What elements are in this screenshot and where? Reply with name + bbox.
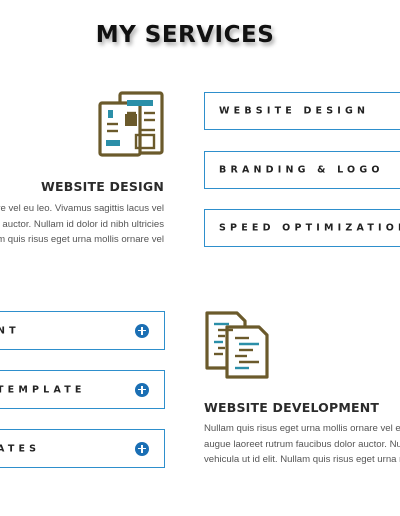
menu-item-speed-optimization[interactable]: SPEED OPTIMIZATION (204, 209, 400, 247)
description-line: auctor. Nullam id dolor id nibh ultricie… (2, 218, 164, 230)
service-description-website-development: Nullam quis risus eget urna mollis ornar… (204, 421, 400, 468)
menu-item-label: BRANDING & LOGO (219, 164, 384, 176)
menu-item-label: WEBSITE DESIGN (219, 105, 370, 117)
service-description-website-design: are vel eu leo. Vivamus sagittis lacus v… (0, 201, 164, 248)
description-line: Nullam quis risus eget urna mollis ornar… (204, 423, 400, 434)
service-heading-website-design: WEBSITE DESIGN (40, 179, 164, 194)
menu-item-label: ATES (0, 443, 41, 454)
plus-circle-icon[interactable] (135, 441, 149, 456)
code-documents-icon (203, 310, 273, 380)
description-line: are vel eu leo. Vivamus sagittis lacus v… (0, 203, 164, 214)
menu-item-label: TEMPLATE (0, 384, 86, 395)
section-title: MY SERVICES (95, 22, 275, 48)
description-line: vehicula ut id elit. Nullam quis risus e… (204, 454, 400, 466)
menu-item-left-1[interactable]: NT (0, 311, 165, 350)
service-heading-website-development: WEBSITE DEVELOPMENT (204, 400, 380, 415)
description-line: augue laoreet rutrum faucibus dolor auct… (204, 438, 400, 450)
newspaper-layout-icon (96, 90, 166, 160)
menu-item-left-3[interactable]: ATES (0, 429, 165, 468)
description-line: m quis risus eget urna mollis ornare vel (0, 234, 164, 246)
menu-item-website-design[interactable]: WEBSITE DESIGN (204, 92, 400, 130)
menu-item-label: SPEED OPTIMIZATION (219, 222, 400, 234)
plus-circle-icon[interactable] (135, 382, 149, 397)
menu-item-left-2[interactable]: TEMPLATE (0, 370, 165, 409)
menu-item-label: NT (0, 325, 20, 336)
menu-item-branding-logo[interactable]: BRANDING & LOGO (204, 151, 400, 189)
plus-circle-icon[interactable] (135, 323, 149, 338)
